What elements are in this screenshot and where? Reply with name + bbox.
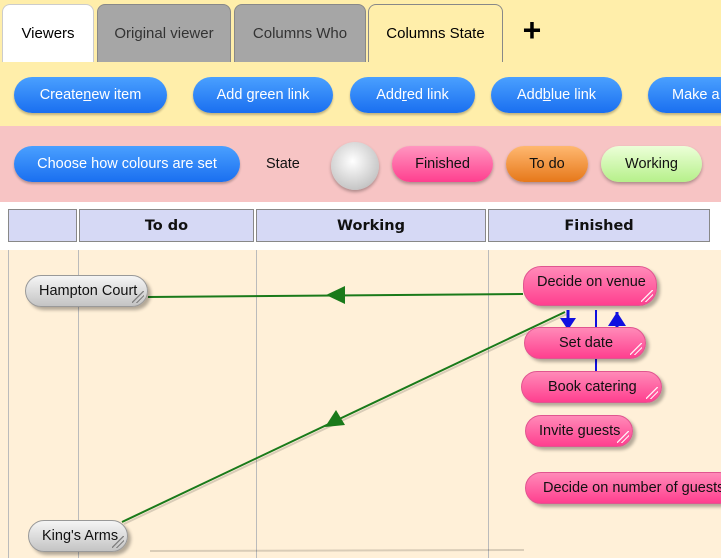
green-link-kings-arms[interactable] xyxy=(121,311,566,523)
legend-working[interactable]: Working xyxy=(601,146,702,182)
blue-label-accel: b xyxy=(542,87,551,103)
item-decide-on-venue[interactable]: Decide on venue xyxy=(523,266,657,306)
create-label-post: ew item xyxy=(91,87,142,103)
red-label-post: ed link xyxy=(406,87,449,103)
legend-to-do[interactable]: To do xyxy=(506,146,588,182)
link-shadow xyxy=(123,313,568,525)
blue-label-pre: Add xyxy=(516,87,543,103)
board: Hampton Court King's Arms Decide on venu… xyxy=(0,250,721,558)
add-green-link-button[interactable]: Add green link xyxy=(193,77,333,113)
make-button[interactable]: Make a xyxy=(648,77,721,113)
add-tab-button[interactable]: + xyxy=(514,12,550,48)
green-link-arrowhead xyxy=(326,286,345,304)
create-new-item-button[interactable]: Create n ew item xyxy=(14,77,167,113)
column-header-blank xyxy=(8,209,77,242)
choose-colours-label: Choose how colours are set xyxy=(37,156,217,172)
colour-bar: Choose how colours are set State Finishe… xyxy=(0,126,721,202)
make-label: Make a xyxy=(672,87,720,103)
item-label: Invite guests xyxy=(539,423,621,439)
item-label: Book catering xyxy=(548,379,637,395)
resize-handle-icon[interactable] xyxy=(112,536,124,548)
blue-link-arrowhead xyxy=(608,312,626,326)
resize-handle-icon[interactable] xyxy=(617,431,629,443)
column-header-working[interactable]: Working xyxy=(256,209,486,242)
create-label-accel: n xyxy=(83,87,92,103)
item-label: Hampton Court xyxy=(39,283,138,299)
resize-handle-icon[interactable] xyxy=(630,343,642,355)
green-link-label: Add green link xyxy=(216,87,310,103)
item-label: King's Arms xyxy=(42,528,119,544)
create-label-pre: Create xyxy=(39,87,84,103)
column-header-todo[interactable]: To do xyxy=(79,209,254,242)
item-label: Set date xyxy=(559,335,614,351)
link-shadow xyxy=(149,549,525,552)
blue-label-post: lue link xyxy=(550,87,597,103)
add-red-link-button[interactable]: Add r ed link xyxy=(350,77,475,113)
resize-handle-icon[interactable] xyxy=(132,291,144,303)
item-label: Decide on venue xyxy=(537,274,646,290)
item-set-date[interactable]: Set date xyxy=(524,327,646,359)
legend-finished[interactable]: Finished xyxy=(392,146,493,182)
item-label: Decide on number of guests xyxy=(543,480,721,496)
add-blue-link-button[interactable]: Add b lue link xyxy=(491,77,622,113)
item-book-catering[interactable]: Book catering xyxy=(521,371,662,403)
item-decide-number-of-guests[interactable]: Decide on number of guests xyxy=(525,472,721,504)
toolbar: Create n ew item Add green link Add r ed l… xyxy=(0,62,721,126)
red-label-pre: Add xyxy=(376,87,403,103)
tab-columns-who[interactable]: Columns Who xyxy=(234,4,366,62)
tab-columns-state[interactable]: Columns State xyxy=(368,4,503,62)
colour-selector-circle[interactable] xyxy=(331,142,379,190)
state-label: State xyxy=(266,156,300,172)
item-hampton-court[interactable]: Hampton Court xyxy=(25,275,148,307)
resize-handle-icon[interactable] xyxy=(641,290,653,302)
column-header-finished[interactable]: Finished xyxy=(488,209,710,242)
tab-bar: Viewers Original viewer Columns Who Colu… xyxy=(0,0,721,62)
item-invite-guests[interactable]: Invite guests xyxy=(525,415,633,447)
resize-handle-icon[interactable] xyxy=(646,387,658,399)
tab-viewers[interactable]: Viewers xyxy=(2,4,94,62)
column-header-row: To do Working Finished xyxy=(0,202,721,250)
item-kings-arms[interactable]: King's Arms xyxy=(28,520,128,552)
tab-original-viewer[interactable]: Original viewer xyxy=(97,4,231,62)
choose-colours-button[interactable]: Choose how colours are set xyxy=(14,146,240,182)
